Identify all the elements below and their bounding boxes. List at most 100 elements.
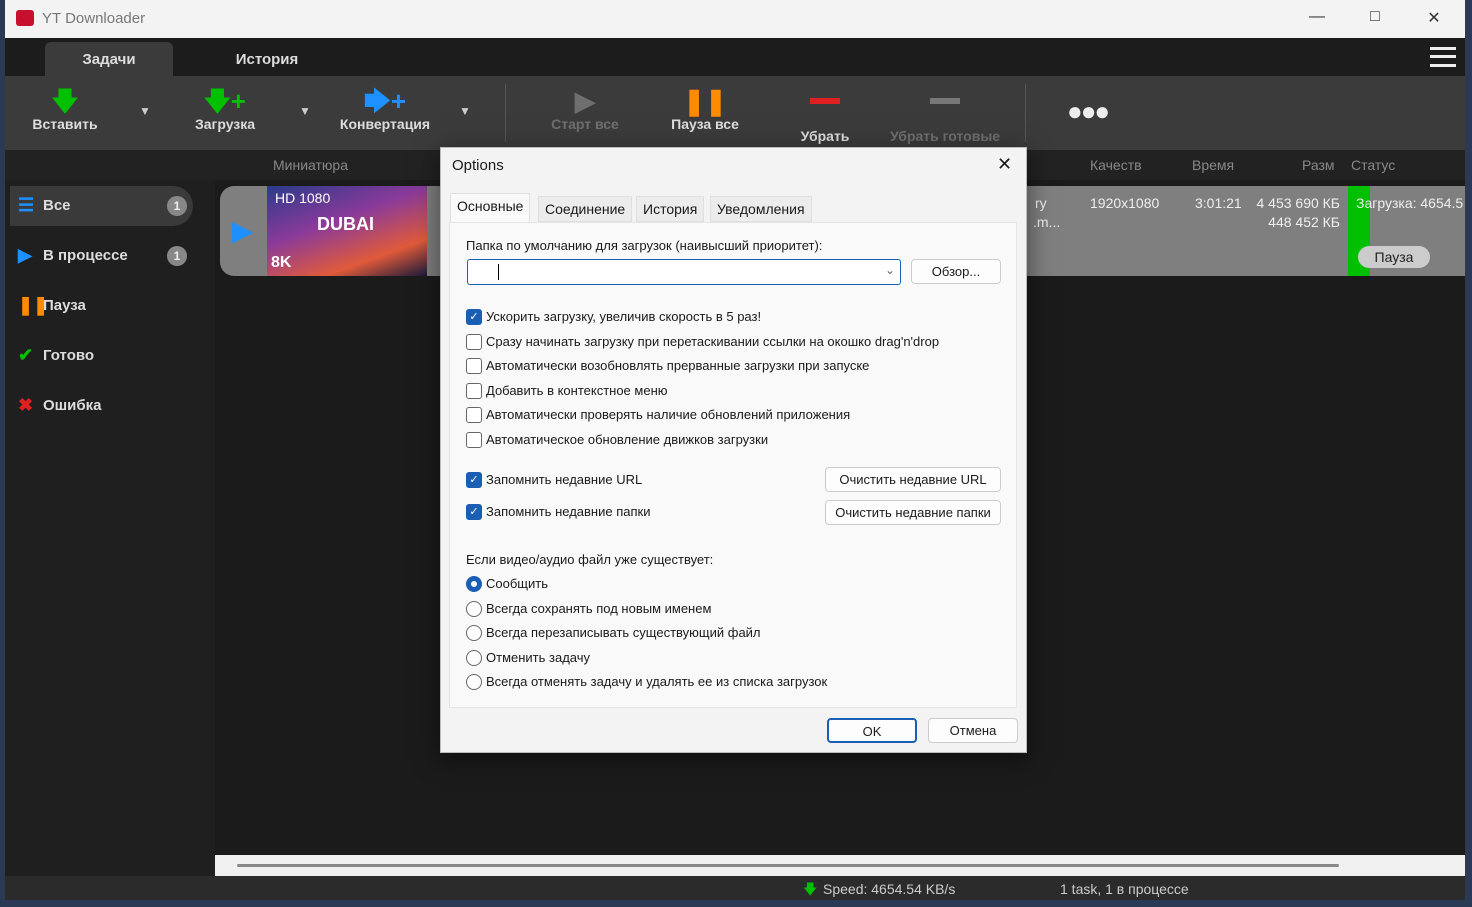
radio-circle[interactable] (466, 576, 482, 592)
scrollbar-thumb[interactable] (237, 864, 1339, 867)
sidebar-item-error[interactable]: ✖ Ошибка (10, 386, 193, 426)
checkbox-box[interactable]: ✓ (466, 309, 482, 325)
col-quality[interactable]: Качеств (1090, 157, 1142, 173)
checkbox-label: Автоматическое обновление движков загруз… (486, 431, 769, 447)
radio-label: Всегда перезаписывать существующий файл (486, 625, 761, 640)
thumb-title: DUBAI (317, 214, 374, 234)
folder-combobox[interactable]: ⌄ (467, 259, 901, 285)
task-size-done: 448 452 КБ (1268, 214, 1340, 230)
sidebar-label: Ошибка (43, 397, 102, 414)
download-button[interactable]: 🡇+ Загрузка (170, 86, 280, 132)
sidebar-label: Готово (43, 347, 95, 364)
paste-button[interactable]: 🡇 Вставить (10, 86, 120, 132)
play-icon: ▶ (18, 245, 32, 265)
task-title-2: .m... (1033, 214, 1061, 230)
menu-icon[interactable] (1430, 47, 1456, 67)
task-pause-button[interactable]: Пауза (1358, 246, 1430, 268)
task-title: ry (1035, 195, 1047, 211)
list-icon: ☰ (18, 195, 35, 215)
error-x-icon: ✖ (18, 395, 34, 415)
checkbox-box[interactable]: ✓ (466, 504, 482, 520)
toolbar: 🡇 Вставить ▼ 🡇+ Загрузка ▼ 🡆+ Конвертация ▼… (5, 76, 1465, 150)
thumbnail: HD 1080 DUBAI 8K (267, 186, 427, 276)
download-label: Загрузка (194, 116, 256, 132)
sidebar-item-done[interactable]: ✔ Готово (10, 336, 193, 376)
radio-circle[interactable] (466, 600, 482, 617)
remove-label: Убрать (800, 128, 850, 144)
radio-circle[interactable] (466, 649, 482, 666)
tab-general[interactable]: Основные (450, 193, 531, 223)
dialog-close-button[interactable]: ✕ (997, 154, 1012, 175)
clear-url-button[interactable]: Очистить недавние URL (825, 467, 1001, 492)
checkbox-box[interactable] (466, 358, 482, 374)
toolbar-divider (1025, 84, 1026, 142)
checkbox-label: Добавить в контекстное меню (486, 382, 668, 398)
col-time[interactable]: Время (1192, 157, 1234, 173)
radio-circle[interactable] (466, 674, 482, 690)
tab-history[interactable]: История (636, 196, 705, 222)
task-time: 3:01:21 (1195, 195, 1242, 211)
clear-folders-button[interactable]: Очистить недавние папки (825, 500, 1001, 525)
speed-text: Speed: 4654.54 KB/s (823, 881, 956, 897)
minimize-button[interactable]: — (1302, 8, 1332, 26)
checkbox-label: Автоматически проверять наличие обновлен… (486, 407, 851, 422)
options-dialog: Options ✕ Основные Соединение История Ув… (440, 147, 1027, 753)
cancel-button[interactable]: Отмена (928, 718, 1018, 743)
checkbox-box[interactable]: ✓ (466, 472, 482, 488)
remove-button[interactable]: Убрать (770, 86, 880, 144)
text-cursor (498, 264, 499, 280)
start-all-label: Старт все (551, 116, 619, 132)
checkbox-box[interactable] (466, 431, 482, 448)
radio-circle[interactable] (466, 625, 482, 641)
download-dropdown[interactable]: ▼ (299, 104, 311, 118)
checkbox-label: Запомнить недавние URL (486, 472, 643, 487)
chevron-down-icon[interactable]: ⌄ (885, 263, 895, 277)
thumb-8k: 8K (271, 254, 292, 271)
sidebar: ☰ Все 1 ▶ В процессе 1 ❚❚ Пауза ✔ Готово ✖ Ошиб… (5, 180, 215, 876)
app-logo-icon (16, 10, 34, 26)
radio-label: Всегда сохранять под новым именем (486, 600, 712, 616)
thumb-badge: HD 1080 (275, 190, 331, 206)
remove-done-icon (880, 98, 1010, 128)
window-title: YT Downloader (42, 10, 146, 27)
checkbox-box[interactable] (466, 333, 482, 350)
task-status: Загрузка: 4654.5 (1356, 195, 1464, 211)
tab-history[interactable]: История (205, 42, 329, 76)
sidebar-label: Пауза (43, 297, 86, 314)
convert-dropdown[interactable]: ▼ (459, 104, 471, 118)
checkbox-label: Сразу начинать загрузку при перетаскиван… (486, 333, 940, 349)
dialog-title: Options (452, 157, 504, 174)
tab-connection[interactable]: Соединение (538, 196, 633, 222)
col-thumb[interactable]: Миниатюра (273, 157, 348, 173)
horizontal-scrollbar[interactable] (215, 855, 1465, 876)
col-size[interactable]: Разм (1302, 157, 1335, 173)
more-icon[interactable]: ●●● (1067, 96, 1110, 127)
maximize-button[interactable]: □ (1360, 8, 1390, 26)
ok-button[interactable]: OK (827, 718, 917, 743)
paste-dropdown[interactable]: ▼ (139, 104, 151, 118)
convert-button[interactable]: 🡆+ Конвертация (330, 86, 440, 132)
checkbox-box[interactable] (466, 382, 482, 399)
checkbox-label: Ускорить загрузку, увеличив скорость в 5… (486, 309, 762, 324)
sidebar-item-all[interactable]: ☰ Все 1 (10, 186, 193, 226)
file-exists-label: Если видео/аудио файл уже существует: (466, 552, 714, 567)
tab-notifications[interactable]: Уведомления (710, 196, 812, 222)
title-bar: YT Downloader — □ ✕ (5, 0, 1465, 38)
remove-done-label: Убрать готовые (889, 128, 1001, 144)
tasks-summary: 1 task, 1 в процессе (1060, 881, 1189, 897)
main-tabs: Задачи История (5, 38, 1465, 76)
col-status[interactable]: Статус (1351, 157, 1395, 173)
start-all-button[interactable]: ▶ Старт все (530, 86, 640, 132)
radio-label: Отменить задачу (486, 649, 591, 665)
toolbar-divider (505, 84, 506, 142)
sidebar-item-in-progress[interactable]: ▶ В процессе 1 (10, 236, 193, 276)
pause-all-button[interactable]: ❚❚ Пауза все (650, 86, 760, 132)
task-quality: 1920x1080 (1090, 195, 1160, 211)
checkbox-box[interactable] (466, 407, 482, 423)
close-button[interactable]: ✕ (1419, 8, 1449, 28)
remove-done-button[interactable]: Убрать готовые (880, 86, 1010, 144)
browse-button[interactable]: Обзор... (911, 259, 1001, 284)
play-icon[interactable]: ▶ (232, 214, 254, 247)
tab-tasks[interactable]: Задачи (45, 42, 173, 76)
sidebar-item-paused[interactable]: ❚❚ Пауза (10, 286, 193, 326)
